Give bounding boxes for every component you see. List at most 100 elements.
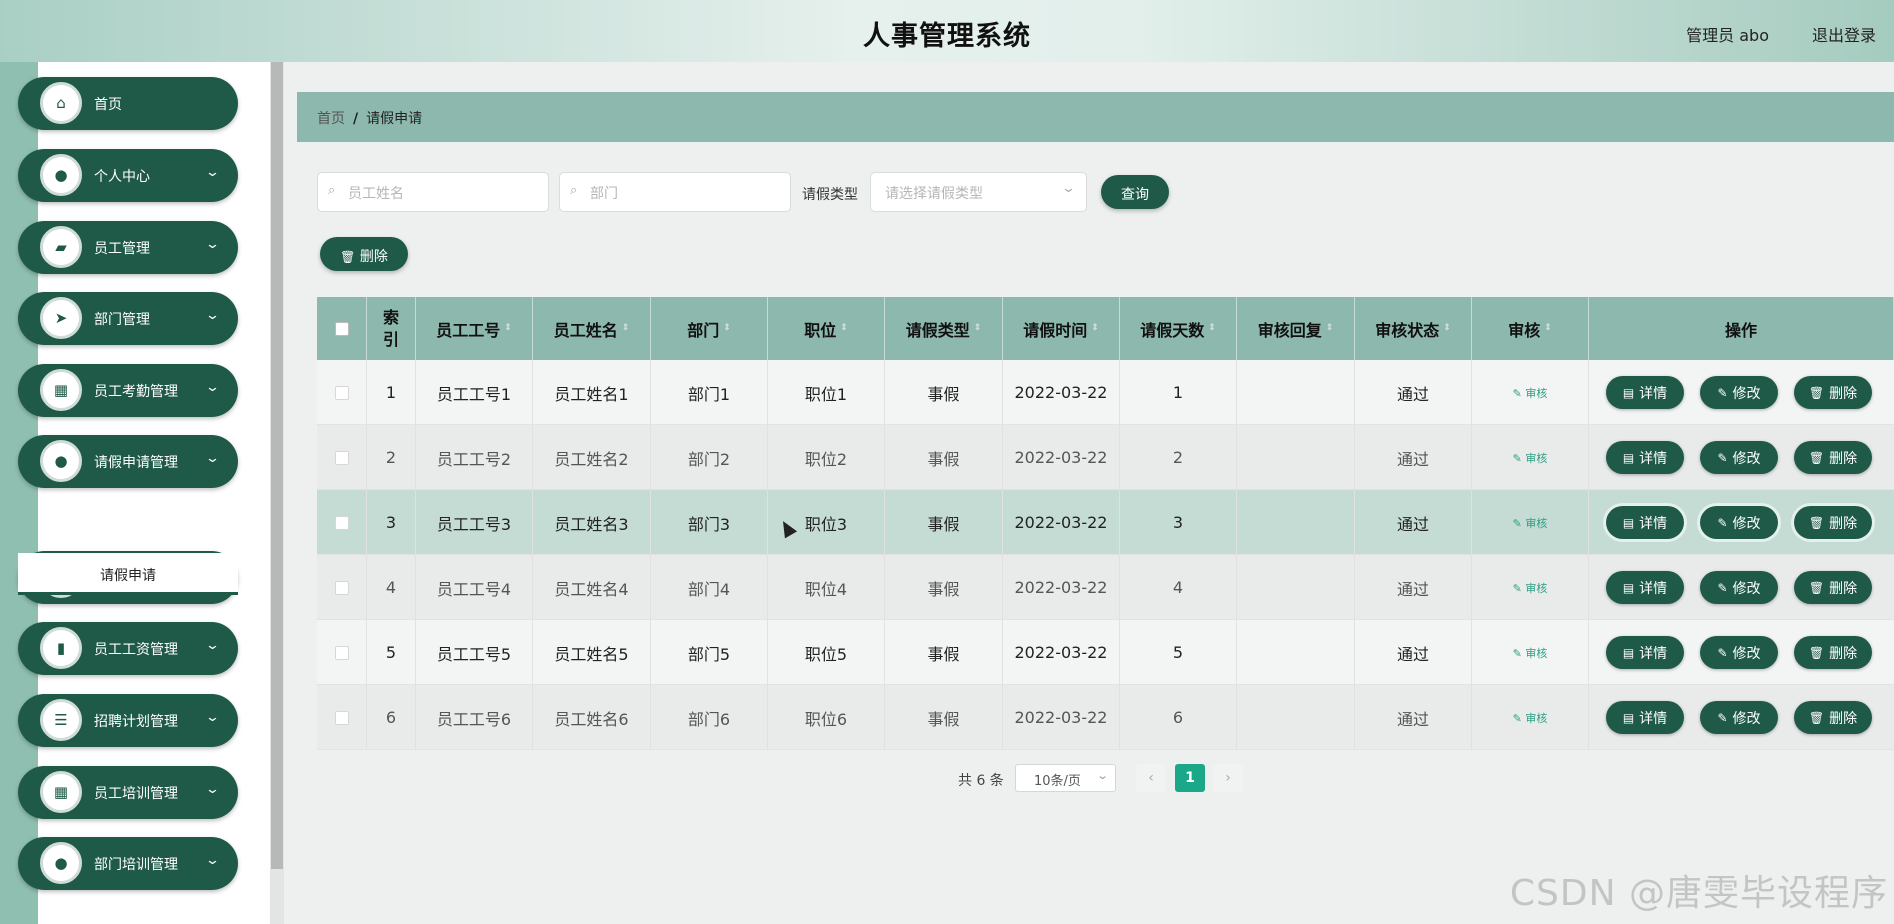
edit-button[interactable]: ✎ 修改 <box>1700 636 1778 669</box>
employee-name-input[interactable]: ⌕ 员工姓名 <box>317 172 549 212</box>
sidebar-item-7[interactable]: ▮ 员工工资管理 ⌄ <box>18 622 238 675</box>
table-row[interactable]: 6 员工工号6 员工姓名6 部门6 职位6 事假 2022-03-22 6 通过 ✎ 审核 ▤ 详情 ✎… <box>317 685 1894 750</box>
edit-button[interactable]: ✎ 修改 <box>1700 376 1778 409</box>
audit-link[interactable]: ✎ 审核 <box>1513 580 1548 596</box>
detail-button[interactable]: ▤ 详情 <box>1606 441 1684 474</box>
cell-operations: ▤ 详情 ✎ 修改 🗑 删除 <box>1589 555 1894 620</box>
sidebar-item-0[interactable]: ⌂ 首页 <box>18 77 238 130</box>
sidebar-scroll-thumb[interactable] <box>271 62 283 869</box>
column-header[interactable]: 审核状态 ⇕ <box>1355 297 1472 360</box>
row-checkbox[interactable] <box>334 580 349 595</box>
column-header[interactable]: 部门 ⇕ <box>651 297 768 360</box>
sidebar-icon-holder: ▰ <box>40 226 82 268</box>
page-1-button[interactable]: 1 <box>1175 764 1205 792</box>
column-header[interactable]: 请假类型 ⇕ <box>885 297 1003 360</box>
sidebar-item-5[interactable]: ● 请假申请管理 ⌄ <box>18 435 238 488</box>
sort-icon[interactable]: ⇕ <box>974 324 982 333</box>
row-checkbox[interactable] <box>334 645 349 660</box>
delete-button[interactable]: 🗑 删除 <box>1794 571 1872 604</box>
sort-icon[interactable]: ⇕ <box>504 324 512 333</box>
column-header[interactable]: 员工姓名 ⇕ <box>533 297 651 360</box>
sort-icon[interactable]: ⇕ <box>1544 324 1552 333</box>
sort-icon[interactable]: ⇕ <box>840 324 848 333</box>
detail-button[interactable]: ▤ 详情 <box>1606 571 1684 604</box>
prev-page-button[interactable]: ‹ <box>1136 764 1166 792</box>
edit-button[interactable]: ✎ 修改 <box>1700 506 1778 539</box>
delete-button[interactable]: 🗑 删除 <box>1794 376 1872 409</box>
sidebar-item-9[interactable]: ▦ 员工培训管理 ⌄ <box>18 766 238 819</box>
column-header[interactable]: 审核回复 ⇕ <box>1237 297 1355 360</box>
sort-icon[interactable]: ⇕ <box>1208 324 1216 333</box>
select-all-checkbox[interactable] <box>334 321 349 336</box>
edit-button[interactable]: ✎ 修改 <box>1700 701 1778 734</box>
audit-link[interactable]: ✎ 审核 <box>1513 645 1548 661</box>
leave-type-select[interactable]: 请选择请假类型 ⌄ <box>870 172 1087 212</box>
cell-dept: 部门2 <box>651 425 768 490</box>
grid-icon: ▦ <box>53 782 69 801</box>
delete-button[interactable]: 🗑 删除 <box>1794 701 1872 734</box>
audit-link[interactable]: ✎ 审核 <box>1513 450 1548 466</box>
detail-button[interactable]: ▤ 详情 <box>1606 506 1684 539</box>
chevron-down-icon: ⌄ <box>204 165 221 180</box>
sidebar-item-label: 部门管理 <box>94 312 150 328</box>
sort-icon[interactable]: ⇕ <box>1091 324 1099 333</box>
sort-icon[interactable]: ⇕ <box>723 324 731 333</box>
detail-button[interactable]: ▤ 详情 <box>1606 636 1684 669</box>
detail-button[interactable]: ▤ 详情 <box>1606 701 1684 734</box>
breadcrumb-home[interactable]: 首页 <box>317 111 345 127</box>
cell-status: 通过 <box>1355 490 1472 555</box>
next-page-button[interactable]: › <box>1213 764 1243 792</box>
delete-button[interactable]: 🗑 删除 <box>1794 441 1872 474</box>
cell-index: 1 <box>367 360 416 425</box>
edit-button[interactable]: ✎ 修改 <box>1700 441 1778 474</box>
column-header[interactable]: 审核 ⇕ <box>1472 297 1589 360</box>
cell-position: 职位4 <box>768 555 885 620</box>
cell-operations: ▤ 详情 ✎ 修改 🗑 删除 <box>1589 425 1894 490</box>
detail-button[interactable]: ▤ 详情 <box>1606 376 1684 409</box>
column-header[interactable]: 请假天数 ⇕ <box>1120 297 1237 360</box>
department-input[interactable]: ⌕ 部门 <box>559 172 791 212</box>
sort-icon[interactable]: ⇕ <box>1326 324 1334 333</box>
sidebar-item-3[interactable]: ➤ 部门管理 ⌄ <box>18 292 238 345</box>
logout-link[interactable]: 退出登录 <box>1812 22 1876 46</box>
column-header: 索引 <box>367 297 416 360</box>
sidebar-subitem-leave-request[interactable]: 请假申请 <box>18 553 238 595</box>
sidebar-item-1[interactable]: ● 个人中心 ⌄ <box>18 149 238 202</box>
table-row[interactable]: 1 员工工号1 员工姓名1 部门1 职位1 事假 2022-03-22 1 通过 ✎ 审核 ▤ 详情 ✎… <box>317 360 1894 425</box>
sidebar-item-4[interactable]: ▦ 员工考勤管理 ⌄ <box>18 364 238 417</box>
sidebar-item-8[interactable]: ☰ 招聘计划管理 ⌄ <box>18 694 238 747</box>
row-checkbox[interactable] <box>334 515 349 530</box>
sidebar-item-2[interactable]: ▰ 员工管理 ⌄ <box>18 221 238 274</box>
audit-link[interactable]: ✎ 审核 <box>1513 515 1548 531</box>
detail-button-label: 详情 <box>1639 515 1668 532</box>
cell-date: 2022-03-22 <box>1003 360 1120 425</box>
sort-icon[interactable]: ⇕ <box>1443 324 1451 333</box>
query-button[interactable]: 查询 <box>1101 175 1169 209</box>
audit-link-label: 审核 <box>1525 581 1548 595</box>
trash-icon: 🗑 <box>1808 515 1825 530</box>
delete-button[interactable]: 🗑 删除 <box>1794 506 1872 539</box>
sidebar-item-label: 员工培训管理 <box>94 786 178 802</box>
column-header[interactable]: 员工工号 ⇕ <box>416 297 533 360</box>
audit-link[interactable]: ✎ 审核 <box>1513 385 1548 401</box>
sort-icon[interactable]: ⇕ <box>622 324 630 333</box>
row-checkbox[interactable] <box>334 710 349 725</box>
table-row[interactable]: 3 员工工号3 员工姓名3 部门3 职位3 事假 2022-03-22 3 通过 ✎ 审核 ▤ 详情 ✎… <box>317 490 1894 555</box>
audit-link[interactable]: ✎ 审核 <box>1513 710 1548 726</box>
sidebar-scrollbar[interactable] <box>270 62 284 924</box>
table-row[interactable]: 2 员工工号2 员工姓名2 部门2 职位2 事假 2022-03-22 2 通过 ✎ 审核 ▤ 详情 ✎… <box>317 425 1894 490</box>
detail-button-label: 详情 <box>1639 645 1668 662</box>
row-checkbox[interactable] <box>334 450 349 465</box>
edit-button[interactable]: ✎ 修改 <box>1700 571 1778 604</box>
table-row[interactable]: 4 员工工号4 员工姓名4 部门4 职位4 事假 2022-03-22 4 通过 ✎ 审核 ▤ 详情 ✎… <box>317 555 1894 620</box>
table-row[interactable]: 5 员工工号5 员工姓名5 部门5 职位5 事假 2022-03-22 5 通过 ✎ 审核 ▤ 详情 ✎… <box>317 620 1894 685</box>
column-header[interactable]: 请假时间 ⇕ <box>1003 297 1120 360</box>
column-header[interactable]: 职位 ⇕ <box>768 297 885 360</box>
row-checkbox[interactable] <box>334 385 349 400</box>
sidebar-item-10[interactable]: ● 部门培训管理 ⌄ <box>18 837 238 890</box>
pencil-icon: ✎ <box>1717 450 1728 465</box>
batch-delete-button[interactable]: 🗑 删除 <box>320 237 408 271</box>
delete-button[interactable]: 🗑 删除 <box>1794 636 1872 669</box>
cell-status: 通过 <box>1355 620 1472 685</box>
page-size-select[interactable]: 10条/页 ⌄ <box>1015 764 1116 792</box>
